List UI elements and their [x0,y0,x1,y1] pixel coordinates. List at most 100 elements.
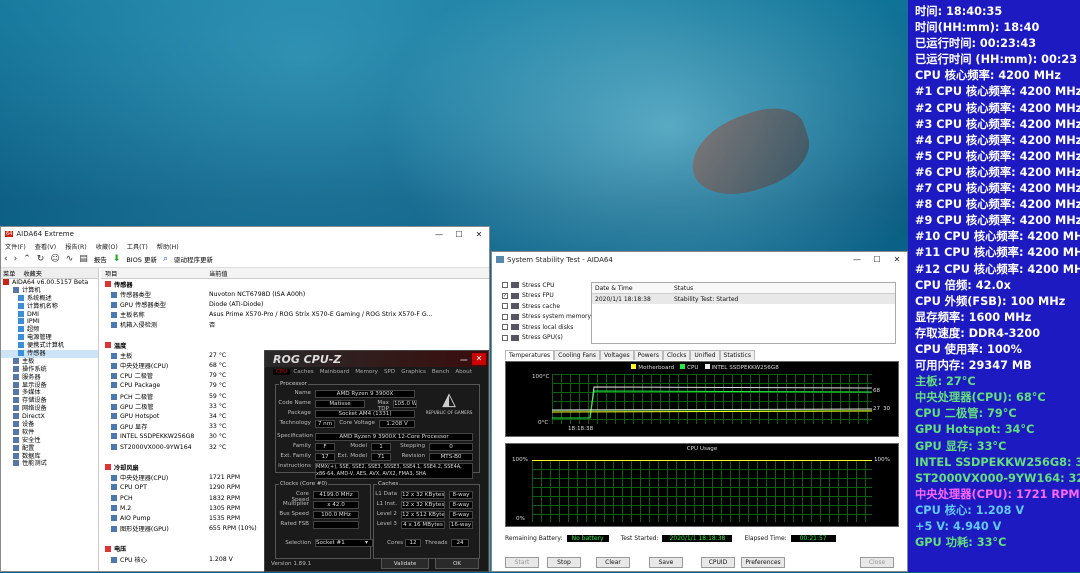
tree-item[interactable]: 设备 [1,421,98,429]
report-button[interactable]: 报告 [94,254,107,264]
cpuid-button[interactable]: CPUID [701,557,735,568]
menu-item[interactable]: 查看(V) [35,242,56,251]
log-row[interactable]: 2020/1/1 18:18:38 Stability Test: Starte… [592,294,895,304]
selection-dropdown-icon[interactable]: ▾ [365,539,368,546]
log-header-status[interactable]: Status [674,285,693,292]
refresh-icon[interactable]: ↻ [37,254,45,264]
report-icon[interactable]: ▤ [79,254,88,264]
tab-caches[interactable]: Caches [290,369,316,375]
column-header-value[interactable]: 当前值 [209,269,489,278]
close-icon[interactable]: ✕ [887,255,907,264]
maximize-icon[interactable]: ☐ [449,230,469,239]
tree-item[interactable]: 主板 [1,357,98,366]
table-row[interactable]: 传感器类型 Nuvoton NCT6798D (ISA A00h) [101,289,489,299]
graph-tab[interactable]: Statistics [719,350,755,360]
section-header[interactable]: 传感器 [101,279,489,289]
tree-item[interactable]: 电源管理 [1,334,98,342]
forward-icon[interactable]: › [14,254,18,264]
tree-item[interactable]: 存储设备 [1,397,98,405]
stress-option[interactable]: Stress CPU [502,280,592,291]
ok-button[interactable]: OK [435,558,479,569]
tree-item[interactable]: 显示设备 [1,381,98,390]
minimize-icon[interactable]: — [429,230,449,239]
column-header-item[interactable]: 项目 [101,269,209,278]
tree-item[interactable]: 传感器 [1,350,98,358]
tree-item[interactable]: 软件 [1,428,98,437]
tree-item[interactable]: 便携式计算机 [1,342,98,350]
graph-tab[interactable]: Clocks [662,350,691,360]
checkbox[interactable] [502,303,508,310]
tab-memory[interactable]: Memory [352,369,381,375]
tree-item[interactable]: DirectX [1,413,98,421]
checkbox[interactable] [502,324,508,331]
aida64-titlebar[interactable]: 64 AIDA64 Extreme — ☐ ✕ [1,227,489,241]
table-row[interactable]: GPU 传感器类型 Diode (ATI-Diode) [101,299,489,309]
graph-tab[interactable]: Cooling Fans [554,350,601,360]
tree-item[interactable]: AIDA64 v6.00.5157 Beta [1,279,98,287]
tree-item[interactable]: 计算机 [1,286,98,295]
legend-checkbox[interactable] [704,364,710,369]
tree-item[interactable]: 配置 [1,444,98,453]
minimize-icon[interactable]: — [460,355,468,364]
checkbox[interactable] [502,334,508,341]
chart-icon[interactable]: ∿ [66,254,74,264]
checkbox[interactable]: ✓ [502,292,508,299]
graph-tab[interactable]: Temperatures [505,350,555,360]
stress-option[interactable]: Stress cache [502,301,592,312]
legend-checkbox[interactable] [680,364,686,369]
menu-item[interactable]: 帮助(H) [157,242,179,251]
minimize-icon[interactable]: — [847,255,867,264]
up-icon[interactable]: ⌃ [23,254,31,264]
tree-item[interactable]: 服务器 [1,373,98,382]
menu-item[interactable]: 收藏(O) [96,242,118,251]
cpuz-titlebar[interactable]: ROG CPU-Z — ✕ [265,351,488,367]
tab-bench[interactable]: Bench [429,369,452,375]
close-icon[interactable]: ✕ [472,353,486,365]
preferences-button[interactable]: Preferences [741,557,785,568]
bios-update-button[interactable]: BIOS 更新 [126,254,157,264]
tree-item[interactable]: 安全性 [1,436,98,445]
stress-option[interactable]: ✓ Stress FPU [502,291,592,302]
tree-item[interactable]: 数据库 [1,452,98,461]
tab-spd[interactable]: SPD [381,369,398,375]
tree-item[interactable]: IPMI [1,318,98,326]
stress-option[interactable]: Stress local disks [502,322,592,333]
user-icon[interactable]: ☺ [50,254,59,264]
tab-cpu[interactable]: CPU [273,369,291,375]
tree-item[interactable]: 系统概述 [1,294,98,303]
table-row[interactable]: 机箱入侵检测 否 [101,320,489,330]
log-header-datetime[interactable]: Date & Time [592,285,674,292]
close-button[interactable]: Close [860,557,894,568]
tree-item[interactable]: 操作系统 [1,365,98,374]
back-icon[interactable]: ‹ [4,254,8,264]
start-button[interactable]: Start [505,557,539,568]
validate-button[interactable]: Validate [381,558,429,569]
stop-button[interactable]: Stop [547,557,581,568]
stress-option[interactable]: Stress system memory [502,312,592,323]
section-header[interactable] [101,330,489,340]
maximize-icon[interactable]: ☐ [867,255,887,264]
tab-favorites[interactable]: 收藏夹 [23,269,42,278]
graph-tab[interactable]: Unified [690,350,720,360]
tree-item[interactable]: 性能测试 [1,460,98,468]
tab-mainboard[interactable]: Mainboard [317,369,353,375]
tree-item[interactable]: 网络设备 [1,405,98,413]
menu-item[interactable]: 报告(R) [65,242,87,251]
clear-button[interactable]: Clear [596,557,630,568]
graph-tab[interactable]: Powers [633,350,663,360]
section-header[interactable]: 温度 [101,340,489,350]
menu-item[interactable]: 工具(T) [127,242,148,251]
close-icon[interactable]: ✕ [469,230,489,239]
tree-item[interactable]: 多媒体 [1,389,98,397]
table-row[interactable]: 主板名称 Asus Prime X570-Pro / ROG Strix X570… [101,310,489,320]
tree-item[interactable]: DMI [1,310,98,319]
menu-item[interactable]: 文件(F) [5,242,26,251]
sst-titlebar[interactable]: System Stability Test - AIDA64 — ☐ ✕ [492,252,907,267]
tab-menu[interactable]: 菜单 [3,269,15,278]
tab-about[interactable]: About [452,369,475,375]
stress-option[interactable]: Stress GPU(s) [502,333,592,344]
tab-graphics[interactable]: Graphics [398,369,429,375]
tree-item[interactable]: 计算机名称 [1,302,98,311]
legend-checkbox[interactable] [631,364,637,369]
checkbox[interactable] [502,282,508,289]
